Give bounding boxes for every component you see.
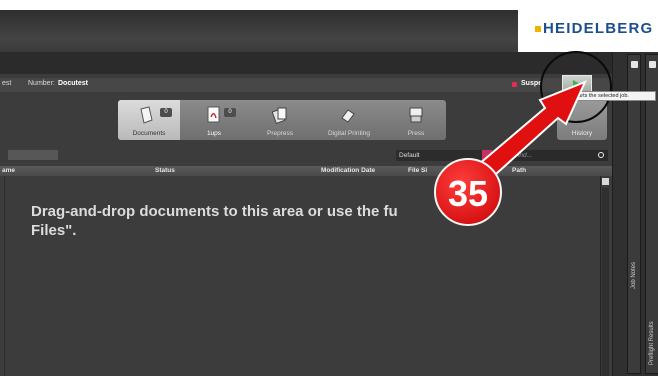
callout-number: 35	[447, 173, 489, 214]
callout-arrow-icon	[470, 80, 587, 185]
callout-number-badge: 35	[434, 158, 502, 226]
screenshot-frame: HEIDELBERG est Number: Docutest Suspe 0 …	[0, 0, 658, 376]
